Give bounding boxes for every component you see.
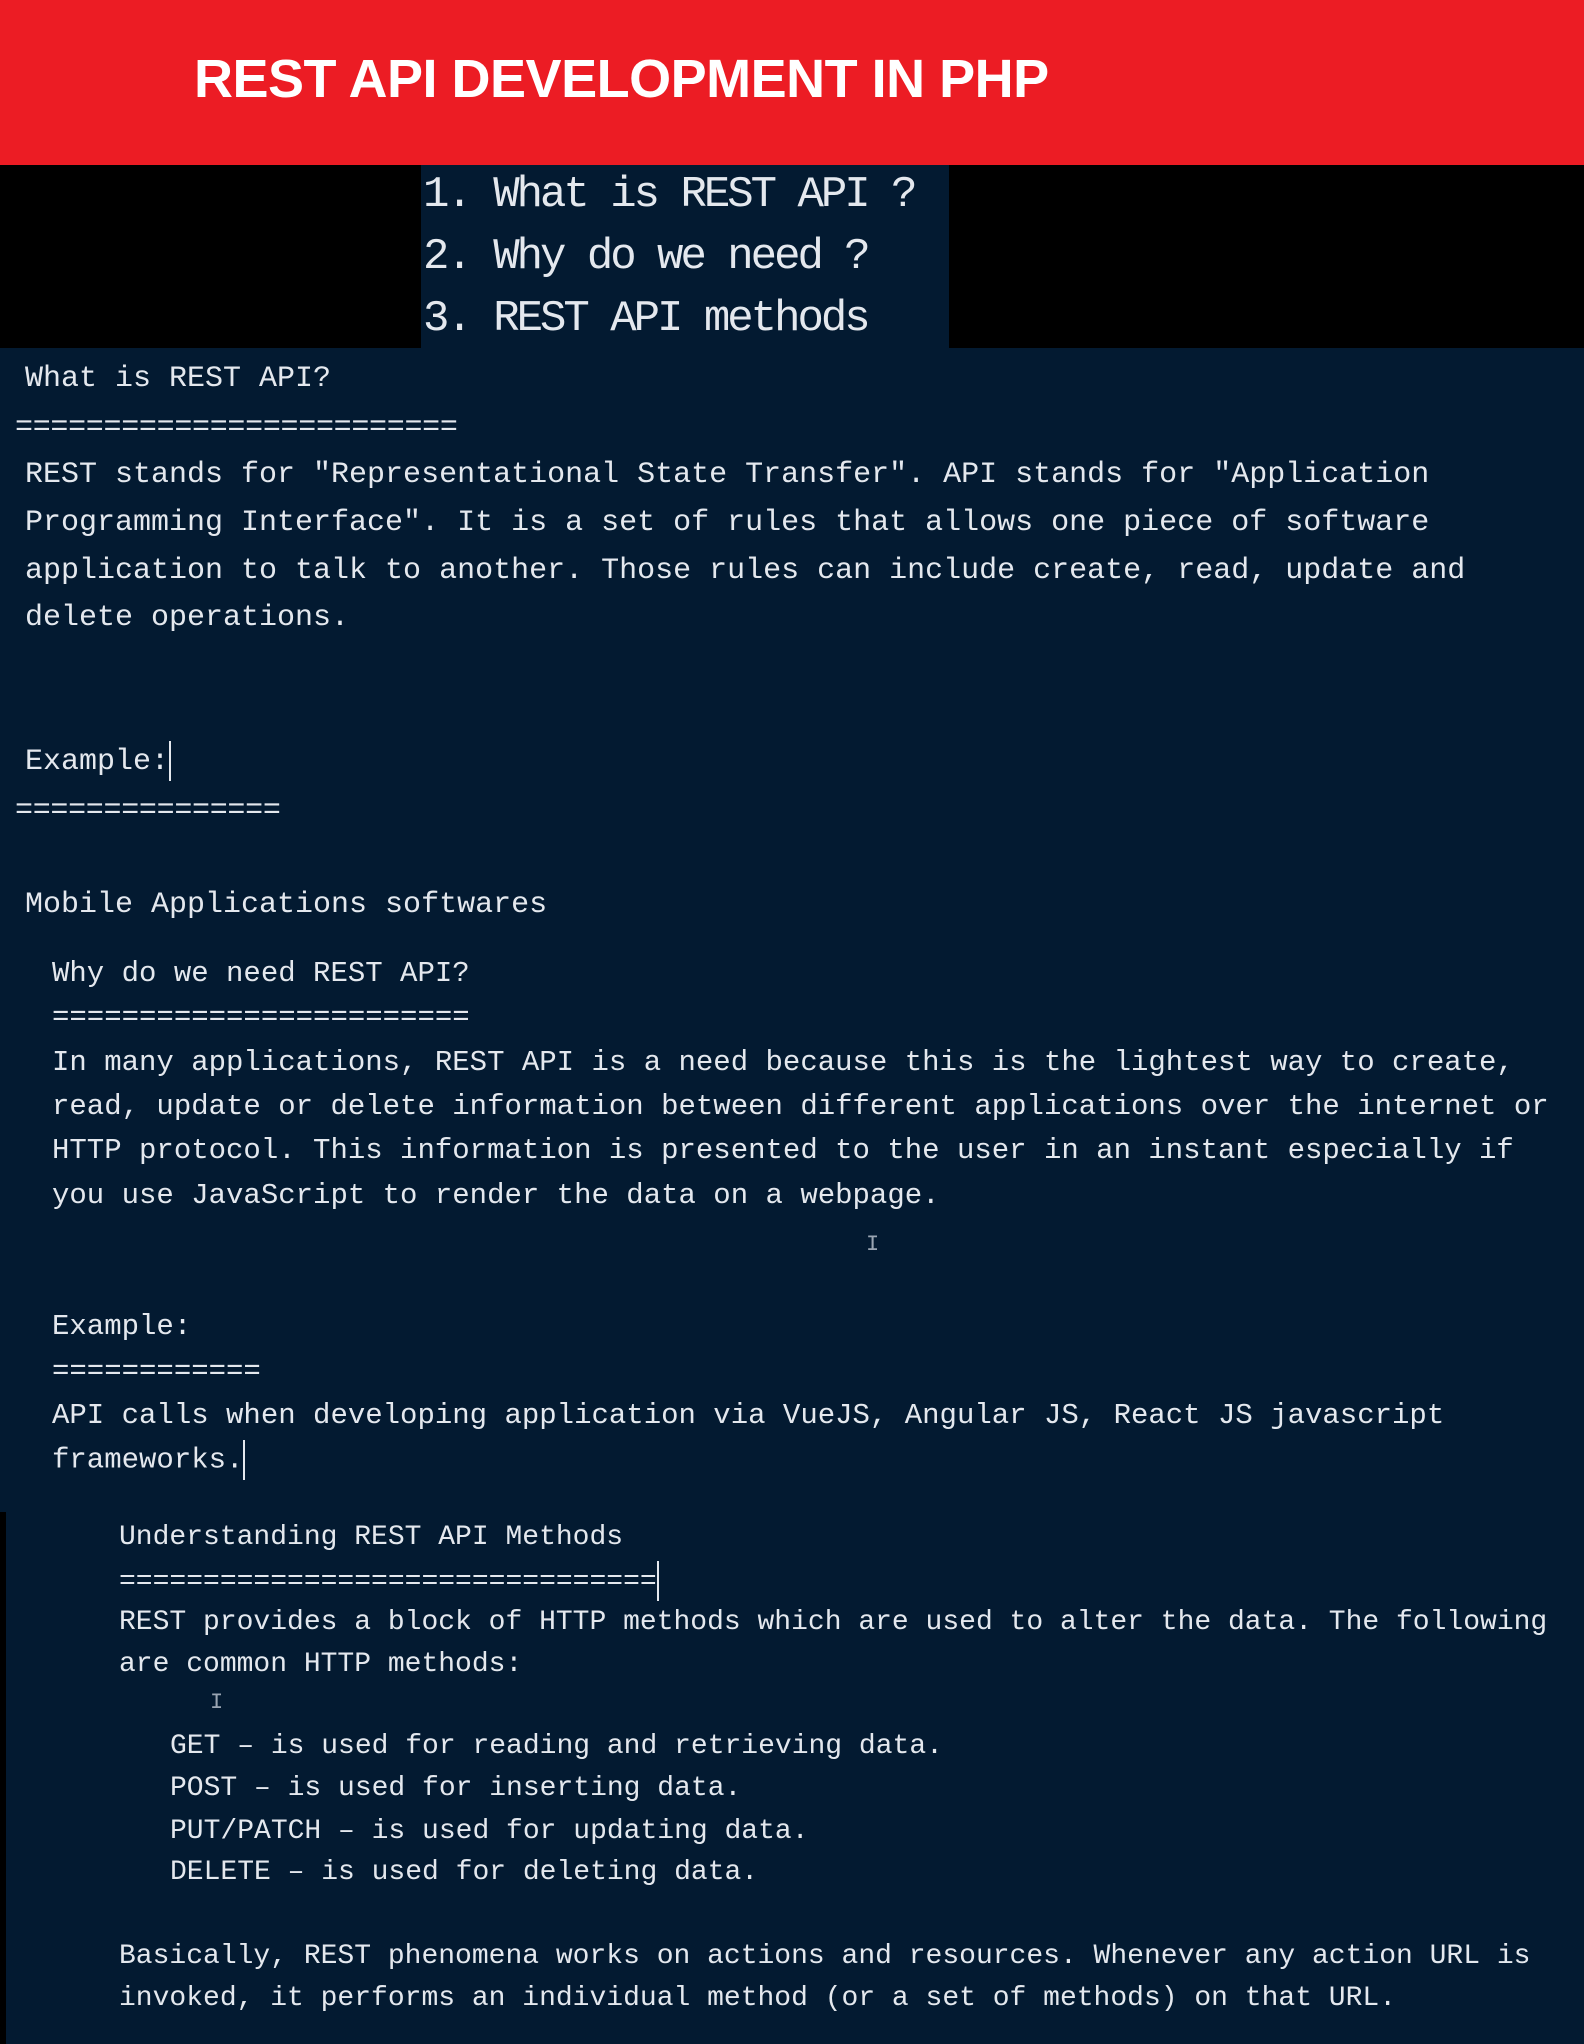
heading-rule-text: ================================ [119, 1566, 657, 1598]
toc-item: 1. What is REST API ? [423, 170, 917, 220]
section-heading: Understanding REST API Methods [119, 1522, 624, 1553]
toc-item: 3. REST API methods [423, 294, 871, 344]
example-rule: =============== [15, 794, 281, 828]
mouse-ibeam-icon: I [210, 1690, 224, 1715]
closing-line: invoked, it performs an individual metho… [119, 1983, 1397, 2014]
paragraph-line: HTTP protocol. This information is prese… [52, 1134, 1514, 1167]
closing-line: Basically, REST phenomena works on actio… [119, 1941, 1531, 1972]
example-text-line: API calls when developing application vi… [52, 1399, 1445, 1432]
paragraph-line: REST stands for "Representational State … [25, 458, 1430, 492]
mouse-ibeam-icon: I [866, 1232, 880, 1257]
section-heading: Why do we need REST API? [52, 957, 470, 990]
paragraph-line: are common HTTP methods: [119, 1649, 523, 1680]
method-post: POST – is used for inserting data. [170, 1773, 742, 1804]
title-banner: REST API DEVELOPMENT IN PHP [0, 0, 1584, 165]
text-cursor [656, 1561, 659, 1601]
example-label: Example: [52, 1310, 192, 1343]
method-delete: DELETE – is used for deleting data. [170, 1857, 759, 1888]
example-text-line-text: frameworks. [52, 1443, 244, 1477]
example-label: Example: [25, 741, 172, 782]
toc-item: 2. Why do we need ? [423, 232, 871, 282]
method-put-patch: PUT/PATCH – is used for updating data. [170, 1816, 809, 1847]
example-label-text: Example: [25, 744, 170, 779]
example-text: Mobile Applications softwares [25, 888, 548, 922]
text-cursor [243, 1440, 246, 1480]
example-rule: ============ [52, 1355, 261, 1388]
paragraph-line: you use JavaScript to render the data on… [52, 1179, 940, 1212]
banner-title: REST API DEVELOPMENT IN PHP [194, 49, 1049, 109]
heading-rule: ======================== [52, 1001, 470, 1034]
table-of-contents: 1. What is REST API ? 2. Why do we need … [421, 165, 949, 348]
paragraph-line: application to talk to another. Those ru… [25, 554, 1466, 588]
heading-rule: ========================= [15, 411, 458, 445]
paragraph-line: read, update or delete information betwe… [52, 1090, 1549, 1123]
text-cursor [169, 741, 172, 781]
example-text-line: frameworks. [52, 1440, 246, 1481]
section-heading: What is REST API? [25, 362, 332, 396]
paragraph-line: In many applications, REST API is a need… [52, 1046, 1514, 1079]
paragraph-line: REST provides a block of HTTP methods wh… [119, 1607, 1548, 1638]
paragraph-line: Programming Interface". It is a set of r… [25, 506, 1430, 540]
method-get: GET – is used for reading and retrieving… [170, 1731, 943, 1762]
heading-rule: ================================ [119, 1561, 659, 1602]
paragraph-line: delete operations. [25, 601, 350, 635]
